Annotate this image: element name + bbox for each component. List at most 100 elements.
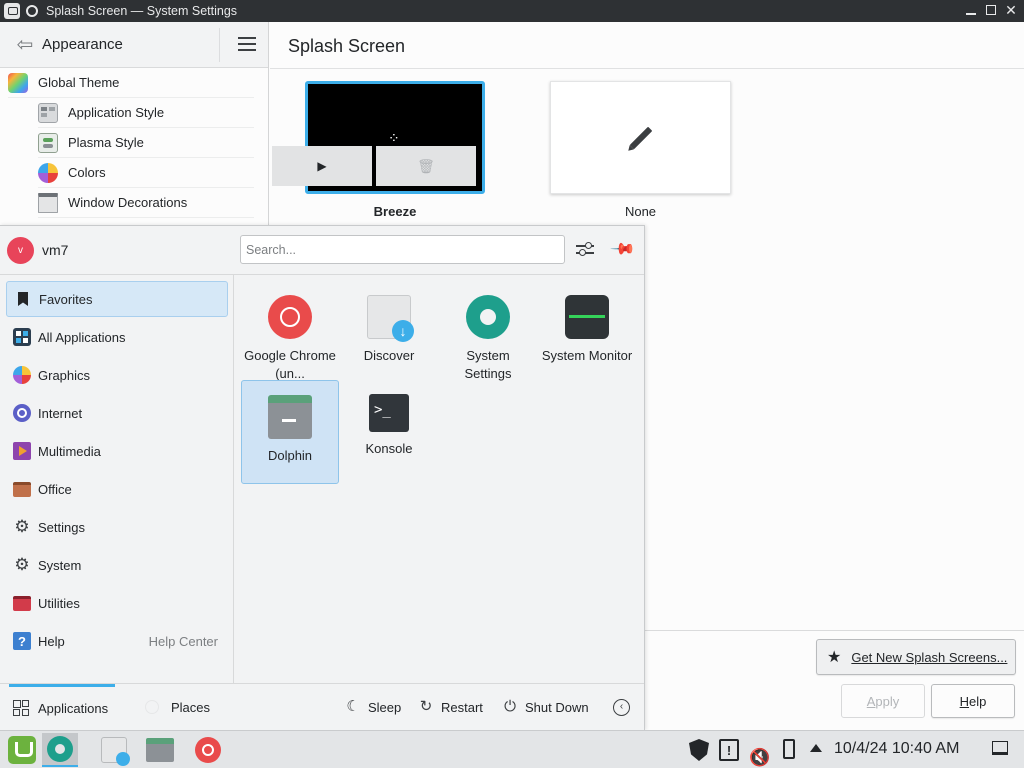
global-theme-icon: [8, 72, 28, 93]
avatar[interactable]: v: [7, 237, 34, 264]
utilities-toolbox-icon: [12, 593, 32, 613]
dolphin-icon: [268, 395, 312, 439]
category-label: Office: [38, 481, 72, 497]
places-icon: [145, 700, 159, 714]
maximize-button[interactable]: [984, 3, 998, 17]
back-arrow-icon[interactable]: ⇦: [12, 32, 38, 58]
help-center-hint: Help Center: [148, 633, 218, 649]
tray-expand-arrow-icon[interactable]: [810, 744, 822, 752]
category-internet[interactable]: Internet: [6, 395, 228, 431]
application-launcher: v vm7 📌 Favorites All Applications Graph…: [0, 225, 645, 730]
header-divider: [270, 68, 1024, 69]
clock[interactable]: 10/4/24 10:40 AM: [834, 740, 959, 758]
username: vm7: [42, 242, 69, 258]
internet-icon: [12, 403, 32, 423]
task-discover[interactable]: [96, 733, 132, 767]
get-new-label: Get New Splash Screens...: [851, 649, 1008, 665]
audio-muted-icon[interactable]: 🔇: [749, 739, 770, 768]
sidebar-item-label: Window Decorations: [68, 195, 188, 210]
category-list: Favorites All Applications Graphics Inte…: [0, 275, 234, 683]
theme-label-none: None: [624, 204, 657, 219]
hamburger-menu-icon[interactable]: [238, 37, 256, 51]
app-system-monitor[interactable]: System Monitor: [538, 281, 636, 383]
power-icon: ⏻: [504, 698, 516, 715]
category-office[interactable]: Office: [6, 471, 228, 507]
app-discover[interactable]: Discover: [340, 281, 438, 383]
firewall-shield-icon[interactable]: [689, 739, 709, 761]
task-google-chrome[interactable]: [190, 733, 226, 767]
sidebar-item-application-style[interactable]: Application Style: [38, 98, 254, 128]
category-label: Settings: [38, 519, 85, 535]
sidebar-item-colors[interactable]: Colors: [38, 158, 254, 188]
task-dolphin[interactable]: [142, 733, 178, 767]
google-chrome-icon: [195, 737, 221, 763]
show-desktop-icon[interactable]: [992, 741, 1008, 755]
taskbar: ! 🔇 10/4/24 10:40 AM: [0, 730, 1024, 768]
app-dolphin[interactable]: Dolphin: [241, 380, 339, 484]
delete-theme-button[interactable]: 🗑: [376, 146, 476, 186]
category-label: Internet: [38, 405, 83, 421]
update-notifier-icon[interactable]: !: [719, 739, 739, 761]
tab-applications[interactable]: Applications: [9, 684, 115, 730]
removable-device-icon[interactable]: [783, 739, 795, 759]
bookmark-icon: [13, 289, 33, 309]
close-button[interactable]: ✕: [1004, 3, 1018, 17]
app-label: Discover: [363, 348, 415, 363]
category-favorites[interactable]: Favorites: [6, 281, 228, 317]
office-briefcase-icon: [12, 479, 32, 499]
category-system[interactable]: ⚙ System: [6, 547, 228, 583]
restart-button[interactable]: ↻ Restart: [418, 684, 483, 730]
filter-settings-icon[interactable]: [576, 240, 594, 258]
window-titlebar[interactable]: Splash Screen — System Settings ✕: [0, 0, 1024, 22]
keep-above-icon[interactable]: [26, 5, 38, 17]
sidebar-item-label: Application Style: [68, 105, 165, 120]
category-label: All Applications: [38, 329, 126, 345]
apply-button[interactable]: Apply: [841, 684, 925, 718]
more-options-icon[interactable]: ‹: [613, 699, 630, 716]
system-settings-app-icon[interactable]: [4, 3, 20, 19]
discover-icon: [367, 295, 414, 342]
task-system-settings[interactable]: [42, 733, 78, 767]
shutdown-button[interactable]: ⏻ Shut Down: [502, 684, 589, 730]
sleep-button[interactable]: ☾ Sleep: [345, 684, 401, 730]
tab-label: Places: [171, 699, 211, 715]
app-google-chrome[interactable]: Google Chrome (un...: [241, 281, 339, 383]
search-input[interactable]: [240, 235, 565, 264]
sidebar-item-plasma-style[interactable]: Plasma Style: [38, 128, 254, 158]
konsole-icon: [369, 394, 409, 432]
category-multimedia[interactable]: Multimedia: [6, 433, 228, 469]
tab-places[interactable]: Places: [145, 684, 210, 730]
sidebar-item-window-decorations[interactable]: Window Decorations: [38, 188, 254, 218]
shutdown-label: Shut Down: [525, 699, 589, 715]
app-konsole[interactable]: Konsole: [340, 380, 438, 482]
header-divider: [219, 28, 220, 62]
category-settings[interactable]: ⚙ Settings: [6, 509, 228, 545]
category-help[interactable]: ? Help Help Center: [6, 623, 228, 659]
help-button[interactable]: Help: [931, 684, 1015, 718]
category-all-applications[interactable]: All Applications: [6, 319, 228, 355]
app-system-settings[interactable]: System Settings: [439, 281, 537, 383]
category-utilities[interactable]: Utilities: [6, 585, 228, 621]
get-new-splash-screens-button[interactable]: ★ Get New Splash Screens...: [816, 639, 1016, 675]
category-graphics[interactable]: Graphics: [6, 357, 228, 393]
preview-play-button[interactable]: ▶: [272, 146, 372, 186]
plasma-style-icon: [38, 132, 58, 153]
page-title: Splash Screen: [288, 36, 406, 56]
launcher-footer: Applications Places ☾ Sleep ↻ Restart ⏻ …: [0, 683, 644, 731]
help-label: Help: [959, 693, 987, 709]
sleep-label: Sleep: [368, 699, 402, 715]
category-label: Multimedia: [38, 443, 101, 459]
minimize-button[interactable]: [964, 3, 978, 17]
window-decorations-icon: [38, 192, 58, 213]
category-label: Utilities: [38, 595, 80, 611]
app-label: Google Chrome (un...: [244, 348, 336, 381]
splash-theme-none-thumbnail[interactable]: [550, 81, 731, 194]
system-gear-icon: ⚙: [14, 555, 30, 574]
all-applications-icon: [12, 327, 32, 347]
busy-spinner-icon: ⁘: [388, 130, 400, 146]
sidebar-item-label: Plasma Style: [68, 135, 144, 150]
sidebar-item-global-theme[interactable]: Global Theme: [8, 68, 254, 98]
app-label: System Settings: [464, 348, 512, 381]
application-launcher-button[interactable]: [4, 733, 40, 767]
pin-icon[interactable]: 📌: [609, 235, 637, 263]
